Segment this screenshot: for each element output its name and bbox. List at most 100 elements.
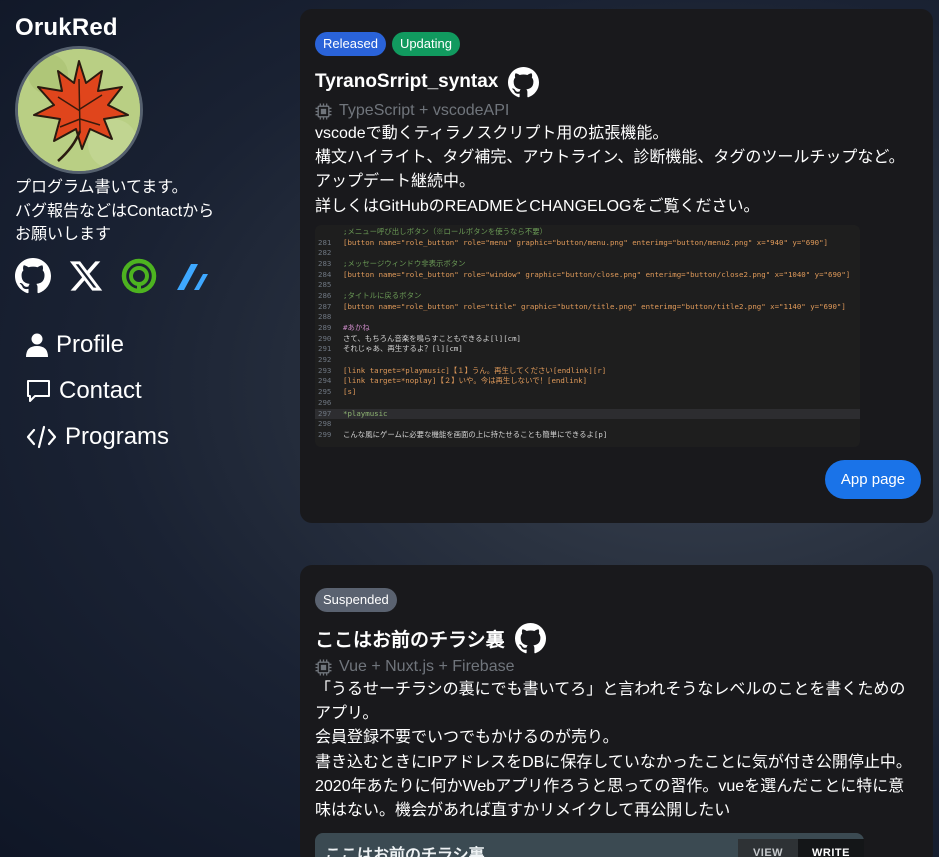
- description-line: 詳しくはGitHubのREADMEとCHANGELOGをご覧ください。: [315, 197, 760, 215]
- code-text: [button name="role_button" role="menu" g…: [343, 237, 828, 247]
- tech-stack: TypeScript + vscodeAPI: [315, 100, 918, 122]
- bio: プログラム書いてます。 バグ報告などはContactから お願いします: [15, 176, 214, 247]
- line-number: 284: [318, 269, 332, 279]
- code-line: 293 [link target=*playmusic]【１】うん。再生してくださ…: [315, 366, 860, 377]
- project-title: TyranoSrript_syntax: [315, 66, 918, 98]
- line-number: 297: [318, 408, 332, 418]
- line-number: 281: [318, 237, 332, 247]
- description-line: vscodeで動くティラノスクリプト用の拡張機能。: [315, 125, 669, 142]
- nav-label: Contact: [59, 377, 142, 404]
- code-line: 299 こんな風にゲームに必要な機能を画面の上に持たせることも簡単にできるよ[p]: [315, 430, 860, 441]
- main-nav: Profile Contact Programs: [26, 322, 169, 460]
- line-number: 299: [318, 429, 332, 439]
- line-number: 289: [318, 323, 332, 332]
- misskey-icon: [121, 258, 157, 294]
- line-number: [315, 227, 343, 238]
- line-number: 283: [318, 258, 332, 268]
- tech-stack-text: TypeScript + vscodeAPI: [339, 102, 510, 119]
- code-text: ;メッセージウィンドウ非表示ボタン: [343, 258, 466, 268]
- code-line: 289 #あかね: [315, 323, 860, 334]
- code-line: 288: [315, 312, 860, 323]
- project-description: vscodeで動くティラノスクリプト用の拡張機能。 構文ハイライト、タグ補完、ア…: [315, 122, 918, 219]
- description-line: 書き込むときにIPアドレスをDBに保存していなかったことに気が付き公開停止中。: [315, 753, 912, 771]
- code-line: 294 [link target=*noplay]【２】いや。今は再生しないで！[…: [315, 376, 860, 387]
- code-text: ;タイトルに戻るボタン: [343, 290, 422, 300]
- project-title-text: ここはお前のチラシ裏: [315, 629, 505, 651]
- project-title-text: TyranoSrript_syntax: [315, 71, 499, 92]
- code-screenshot: ;メニュー呼び出しボタン（※ロールボタンを使うなら不要） 281 [button n…: [315, 224, 860, 447]
- code-text: [link target=*noplay]【２】いや。今は再生しないで！[end…: [343, 376, 588, 386]
- code-text: [s]: [343, 387, 357, 397]
- badge-row: Released Updating: [315, 32, 918, 56]
- line-number: 293: [318, 365, 332, 375]
- preview-title: ここはお前のチラシ裏: [325, 847, 485, 857]
- code-text: さて、もちろん音楽を鳴らすこともできるよ[l][cm]: [343, 333, 521, 343]
- x-link[interactable]: [68, 258, 104, 294]
- code-line: 298: [315, 419, 860, 430]
- zenn-icon: [177, 264, 208, 290]
- code-line: 283 ;メッセージウィンドウ非表示ボタン: [315, 259, 860, 270]
- code-text: *playmusic: [343, 408, 388, 418]
- code-line: ;メニュー呼び出しボタン（※ロールボタンを使うなら不要）: [315, 227, 860, 238]
- line-number: 290: [318, 333, 332, 343]
- code-line: 296: [315, 398, 860, 409]
- code-line: 295 [s]: [315, 387, 860, 398]
- line-number: 285: [318, 280, 332, 290]
- bio-line: お願いします: [15, 226, 112, 243]
- github-icon: [15, 258, 51, 294]
- nav-label: Programs: [65, 423, 170, 450]
- nav-label: Profile: [56, 331, 125, 358]
- badge-row: Suspended: [315, 588, 918, 612]
- code-text: #あかね: [343, 323, 370, 332]
- status-badge: Updating: [391, 32, 460, 56]
- misskey-link[interactable]: [121, 258, 157, 294]
- nav-item-programs[interactable]: Programs: [26, 414, 169, 460]
- bio-line: バグ報告などはContactから: [15, 202, 215, 220]
- app-preview: ここはお前のチラシ裏 VIEW WRITE: [315, 833, 864, 857]
- code-text: ;メニュー呼び出しボタン（※ロールボタンを使うなら不要）: [343, 226, 547, 236]
- nav-item-profile[interactable]: Profile: [26, 322, 169, 368]
- chip-icon: [315, 659, 332, 675]
- line-number: 298: [318, 419, 332, 429]
- code-text: それじゃあ、再生するよ？[l][cm]: [343, 344, 463, 354]
- bio-line: プログラム書いてます。: [15, 179, 188, 196]
- line-number: 288: [318, 312, 332, 322]
- app-page-button[interactable]: App page: [825, 460, 921, 499]
- github-icon[interactable]: [514, 622, 546, 654]
- line-number: 296: [318, 397, 332, 407]
- code-icon: [26, 425, 57, 449]
- description-line: 構文ハイライト、タグ補完、アウトライン、診断機能、タグのツールチップなど。: [315, 149, 905, 167]
- line-number: 294: [318, 376, 332, 386]
- line-number: 282: [318, 248, 332, 258]
- site-title[interactable]: OrukRed: [15, 14, 118, 42]
- project-card: Suspended ここはお前のチラシ裏 Vue + Nuxt.js + Fir…: [300, 565, 933, 857]
- project-card: Released Updating TyranoSrript_syntax Ty…: [300, 9, 933, 523]
- maple-leaf-icon: [18, 49, 140, 171]
- status-badge: Released: [315, 32, 386, 56]
- line-number: 291: [318, 344, 332, 354]
- code-text: [button name="role_button" role="window"…: [343, 269, 851, 279]
- code-line: 282: [315, 248, 860, 259]
- nav-item-contact[interactable]: Contact: [26, 368, 169, 414]
- line-number: 287: [318, 301, 332, 311]
- social-links: [15, 258, 210, 294]
- code-line: 281 [button name="role_button" role="menu…: [315, 238, 860, 249]
- chat-icon: [27, 380, 50, 402]
- project-title: ここはお前のチラシ裏: [315, 622, 918, 654]
- zenn-link[interactable]: [174, 258, 210, 294]
- code-line: 290 さて、もちろん音楽を鳴らすこともできるよ[l][cm]: [315, 334, 860, 345]
- description-line: 「うるせーチラシの裏にでも書いてろ」と言われそうなレベルのことを書くためのアプリ…: [315, 681, 906, 723]
- code-text: [button name="role_button" role="title" …: [343, 301, 846, 311]
- code-text: [link target=*playmusic]【１】うん。再生してください[e…: [343, 365, 607, 375]
- code-line: 291 それじゃあ、再生するよ？[l][cm]: [315, 344, 860, 355]
- github-link[interactable]: [15, 258, 51, 294]
- description-line: 会員登録不要でいつでもかけるのが売り。: [315, 729, 619, 747]
- code-line: 287 [button name="role_button" role="titl…: [315, 302, 860, 313]
- line-number: 292: [318, 355, 332, 365]
- code-text: こんな風にゲームに必要な機能を画面の上に持たせることも簡単にできるよ[p]: [343, 429, 608, 439]
- chip-icon: [315, 103, 332, 119]
- tech-stack-text: Vue + Nuxt.js + Firebase: [339, 658, 515, 675]
- line-number: 295: [318, 387, 332, 397]
- github-icon[interactable]: [508, 66, 540, 98]
- project-description: 「うるせーチラシの裏にでも書いてろ」と言われそうなレベルのことを書くためのアプリ…: [315, 678, 918, 823]
